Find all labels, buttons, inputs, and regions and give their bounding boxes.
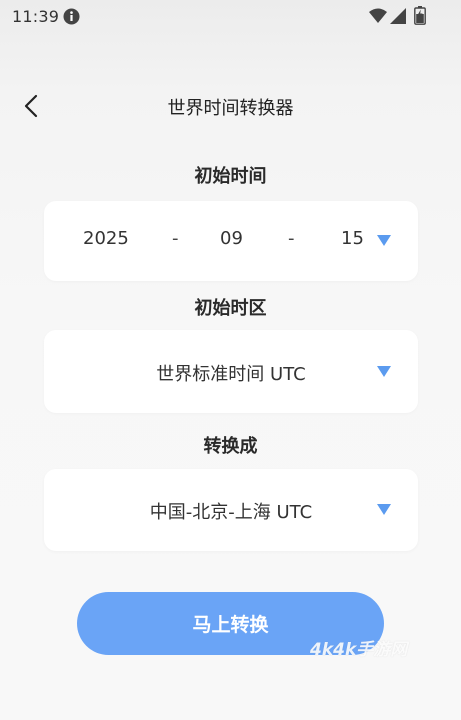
wifi-icon [369, 8, 387, 24]
date-separator: - [288, 228, 295, 249]
header: 世界时间转换器 [0, 80, 461, 132]
status-bar: 11:39 [0, 0, 461, 36]
month-field[interactable]: 09 [220, 228, 243, 249]
date-separator: - [172, 228, 179, 249]
signal-icon [390, 8, 406, 24]
battery-icon [414, 6, 426, 25]
status-time: 11:39 [12, 7, 60, 26]
watermark: 4k4k手游网 [310, 640, 408, 660]
convert-to-label: 转换成 [203, 436, 258, 457]
target-timezone-value: 中国-北京-上海 UTC [149, 502, 313, 523]
date-picker[interactable]: 2025 - 09 - 15 [44, 201, 418, 281]
caret-down-icon[interactable] [377, 235, 391, 246]
day-field[interactable]: 15 [341, 228, 364, 249]
page-title: 世界时间转换器 [167, 98, 294, 119]
year-field[interactable]: 2025 [83, 228, 129, 249]
start-timezone-label: 初始时区 [194, 298, 267, 319]
start-time-label: 初始时间 [194, 166, 267, 187]
caret-down-icon[interactable] [377, 366, 391, 377]
caret-down-icon[interactable] [377, 504, 391, 515]
target-timezone-select[interactable]: 中国-北京-上海 UTC [44, 469, 418, 551]
start-timezone-select[interactable]: 世界标准时间 UTC [44, 330, 418, 413]
start-timezone-value: 世界标准时间 UTC [156, 364, 306, 385]
info-icon [63, 8, 80, 25]
